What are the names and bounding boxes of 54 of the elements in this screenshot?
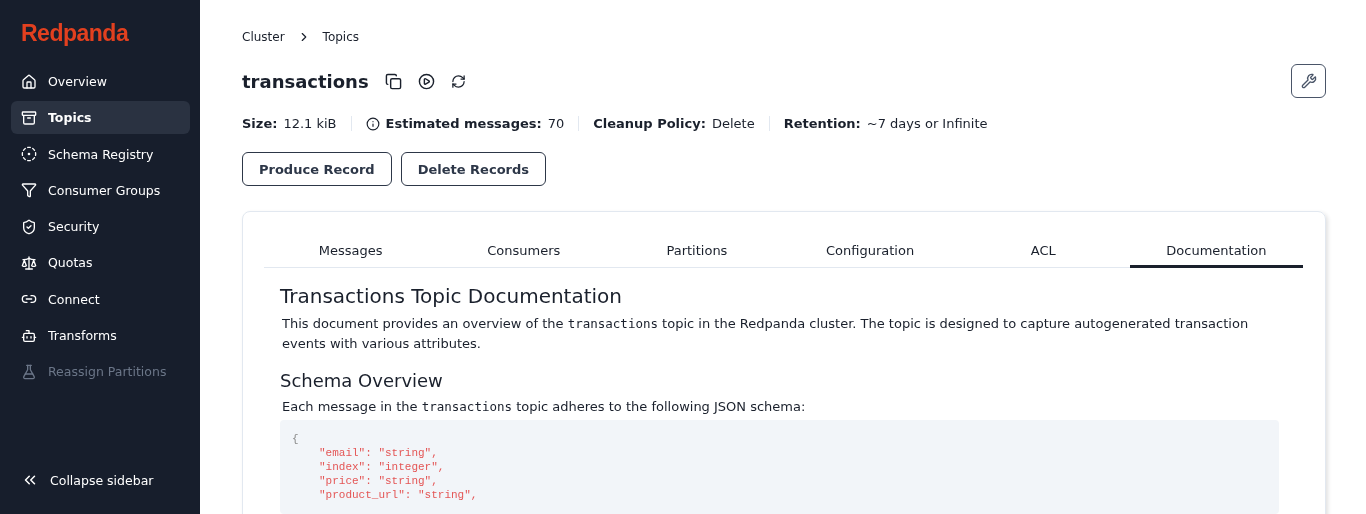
doc-paragraph: Each message in the transactions topic adheres to the following JSON schema:: [282, 398, 807, 416]
wrench-icon: [1300, 73, 1317, 89]
code-line: "product_url": "string",: [318, 488, 479, 502]
scale-icon: [21, 255, 37, 271]
sidebar-item[interactable]: Security: [11, 210, 190, 244]
code-line: "index": "integer",: [318, 460, 446, 474]
archive-icon: [21, 109, 37, 126]
settings-button[interactable]: [1291, 64, 1326, 98]
code-line: "price": "string",: [318, 474, 439, 488]
home-icon: [21, 73, 37, 90]
doc-heading: Transactions Topic Documentation: [280, 284, 624, 308]
copy-icon: [384, 72, 402, 90]
play-icon: [417, 72, 435, 90]
code-line: {: [292, 432, 300, 446]
refresh-icon: [450, 73, 466, 89]
tab[interactable]: Messages: [264, 232, 438, 268]
stat-value: Delete: [711, 116, 755, 131]
stat-label: Retention:: [783, 116, 861, 131]
breadcrumb-link[interactable]: Cluster: [242, 30, 285, 44]
copy-button[interactable]: [384, 72, 402, 90]
tab[interactable]: ACL: [956, 232, 1130, 268]
play-button[interactable]: [417, 72, 435, 90]
collapse-sidebar-button[interactable]: Collapse sidebar: [11, 463, 190, 497]
tab[interactable]: Consumers: [437, 232, 611, 268]
robot-icon: [21, 327, 37, 344]
stat-label: Cleanup Policy:: [593, 116, 706, 131]
tab[interactable]: Configuration: [783, 232, 957, 268]
code-line: "email": "string",: [318, 446, 439, 460]
refresh-button[interactable]: [450, 73, 466, 89]
stat-value: 70: [547, 116, 565, 131]
stat-label: Size:: [242, 116, 278, 131]
breadcrumb-link[interactable]: Topics: [322, 30, 360, 44]
tab[interactable]: Documentation: [1129, 232, 1303, 268]
sidebar-item[interactable]: Transforms: [11, 319, 190, 353]
flask-icon: [21, 363, 37, 380]
stat-value: 12.1 kiB: [283, 116, 337, 131]
sidebar-item[interactable]: Topics: [11, 101, 190, 135]
topic-title: transactions: [242, 70, 369, 92]
action-button[interactable]: Delete Records: [400, 152, 547, 186]
shield-check-icon: [21, 218, 37, 235]
stat-value: ~7 days or Infinite: [866, 116, 988, 131]
tab[interactable]: Partitions: [610, 232, 784, 268]
sidebar-item[interactable]: Consumer Groups: [11, 173, 190, 207]
dotted-circle-icon: [21, 146, 37, 163]
sidebar-item[interactable]: Connect: [11, 282, 190, 316]
sidebar-item[interactable]: Schema Registry: [11, 137, 190, 171]
funnel-icon: [21, 182, 37, 199]
sidebar-item[interactable]: Quotas: [11, 246, 190, 280]
action-button[interactable]: Produce Record: [242, 152, 392, 186]
doc-paragraph: This document provides an overview of the transactions topic in the Redpanda cluster. The topic is designed to capture autogenerated transaction events with various attributes.: [282, 315, 1250, 353]
stat-label: Estimated messages:: [385, 116, 542, 131]
doc-subheading: Schema Overview: [280, 370, 444, 391]
logo: Redpanda: [21, 20, 129, 47]
sidebar-item[interactable]: Overview: [11, 65, 190, 98]
